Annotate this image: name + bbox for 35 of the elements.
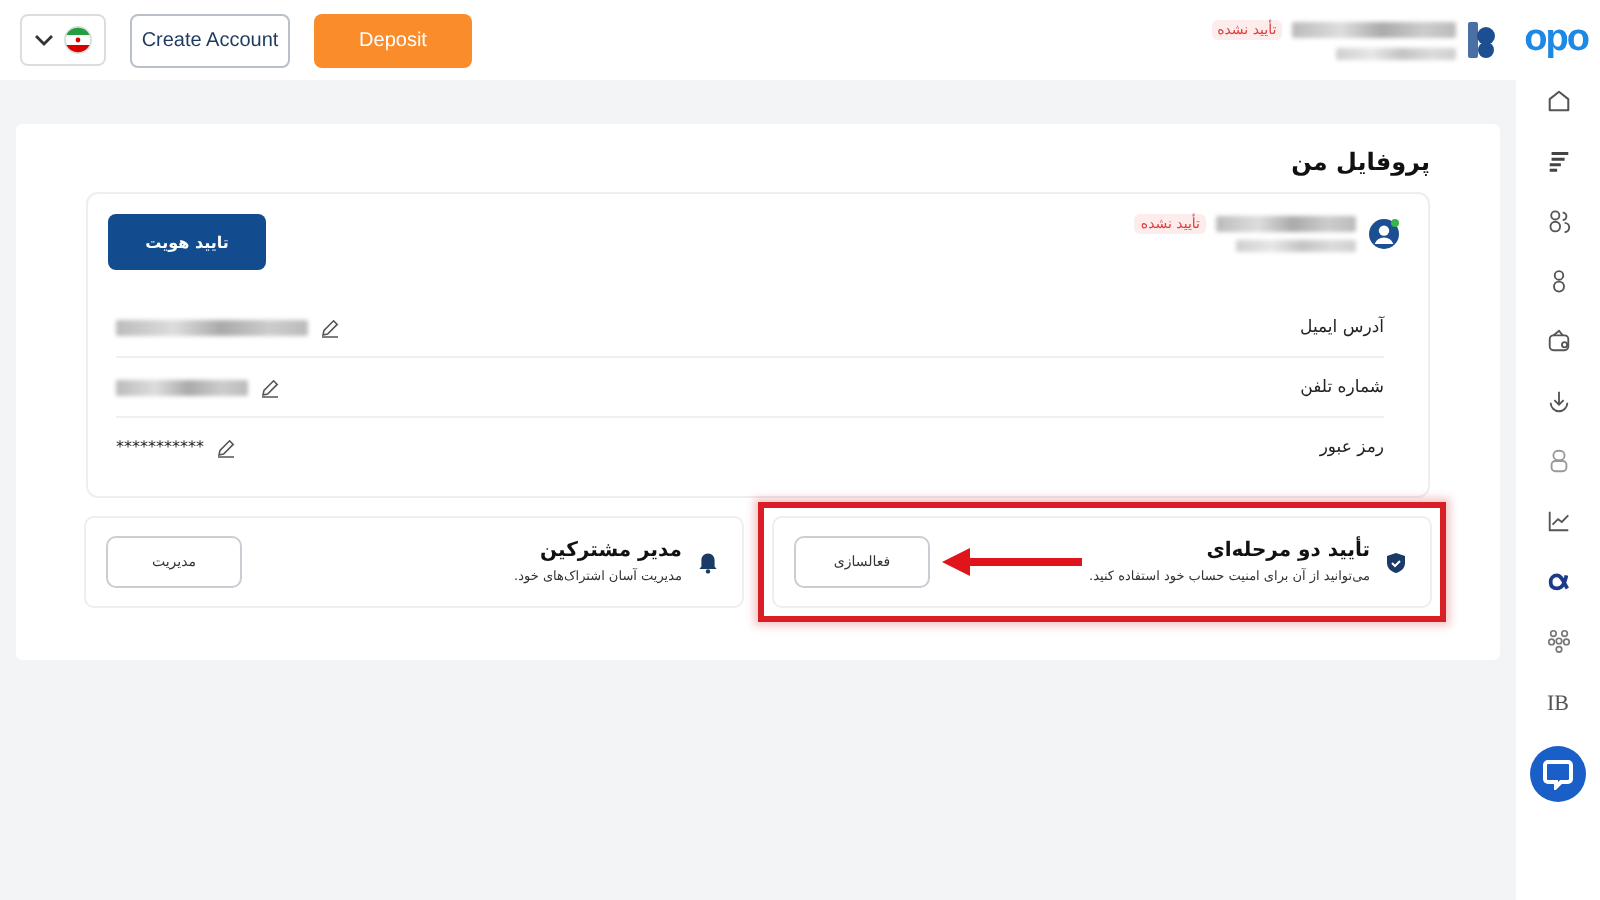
- chevron-down-icon: [34, 34, 54, 46]
- edit-icon[interactable]: [320, 317, 340, 337]
- card-title: تأیید دو مرحله‌ای: [1204, 540, 1370, 562]
- redacted-text: [1336, 48, 1457, 60]
- field-label: شماره تلفن: [1300, 377, 1384, 397]
- field-value: ***********: [116, 438, 204, 456]
- shield-icon: [1386, 551, 1406, 573]
- chat-icon: [1542, 758, 1574, 790]
- redacted-text: [1236, 240, 1356, 252]
- sidebar-item[interactable]: IB: [1547, 692, 1569, 716]
- verify-identity-button[interactable]: تایید هویت: [108, 214, 266, 270]
- arrow-annotation: [942, 548, 1082, 576]
- field-label: آدرس ایمیل: [1300, 317, 1384, 337]
- card-title: مدیر مشترکین: [538, 540, 682, 562]
- chart-icon[interactable]: [1545, 508, 1571, 534]
- redacted-text: [1216, 216, 1356, 232]
- users-icon[interactable]: [1545, 208, 1571, 234]
- language-selector[interactable]: [20, 14, 106, 66]
- header-button[interactable]: Create Account: [130, 13, 290, 67]
- field-label: رمز عبور: [1319, 437, 1384, 457]
- edit-icon[interactable]: [260, 377, 280, 397]
- edit-icon[interactable]: [216, 437, 236, 457]
- logo[interactable]: opo: [1524, 18, 1588, 62]
- download-icon[interactable]: [1545, 388, 1571, 414]
- alpha-icon[interactable]: [1545, 568, 1571, 594]
- page-title: پروفایل من: [1289, 148, 1430, 176]
- redacted-text: [116, 379, 248, 395]
- home-icon[interactable]: [1545, 88, 1571, 114]
- flag-icon: [64, 26, 92, 54]
- lines-icon[interactable]: [1545, 148, 1571, 174]
- network-icon[interactable]: [1545, 628, 1571, 654]
- chat-button[interactable]: [1530, 746, 1586, 802]
- bell-icon: [698, 551, 718, 573]
- person-icon[interactable]: [1545, 448, 1571, 474]
- wallet-icon[interactable]: [1545, 328, 1571, 354]
